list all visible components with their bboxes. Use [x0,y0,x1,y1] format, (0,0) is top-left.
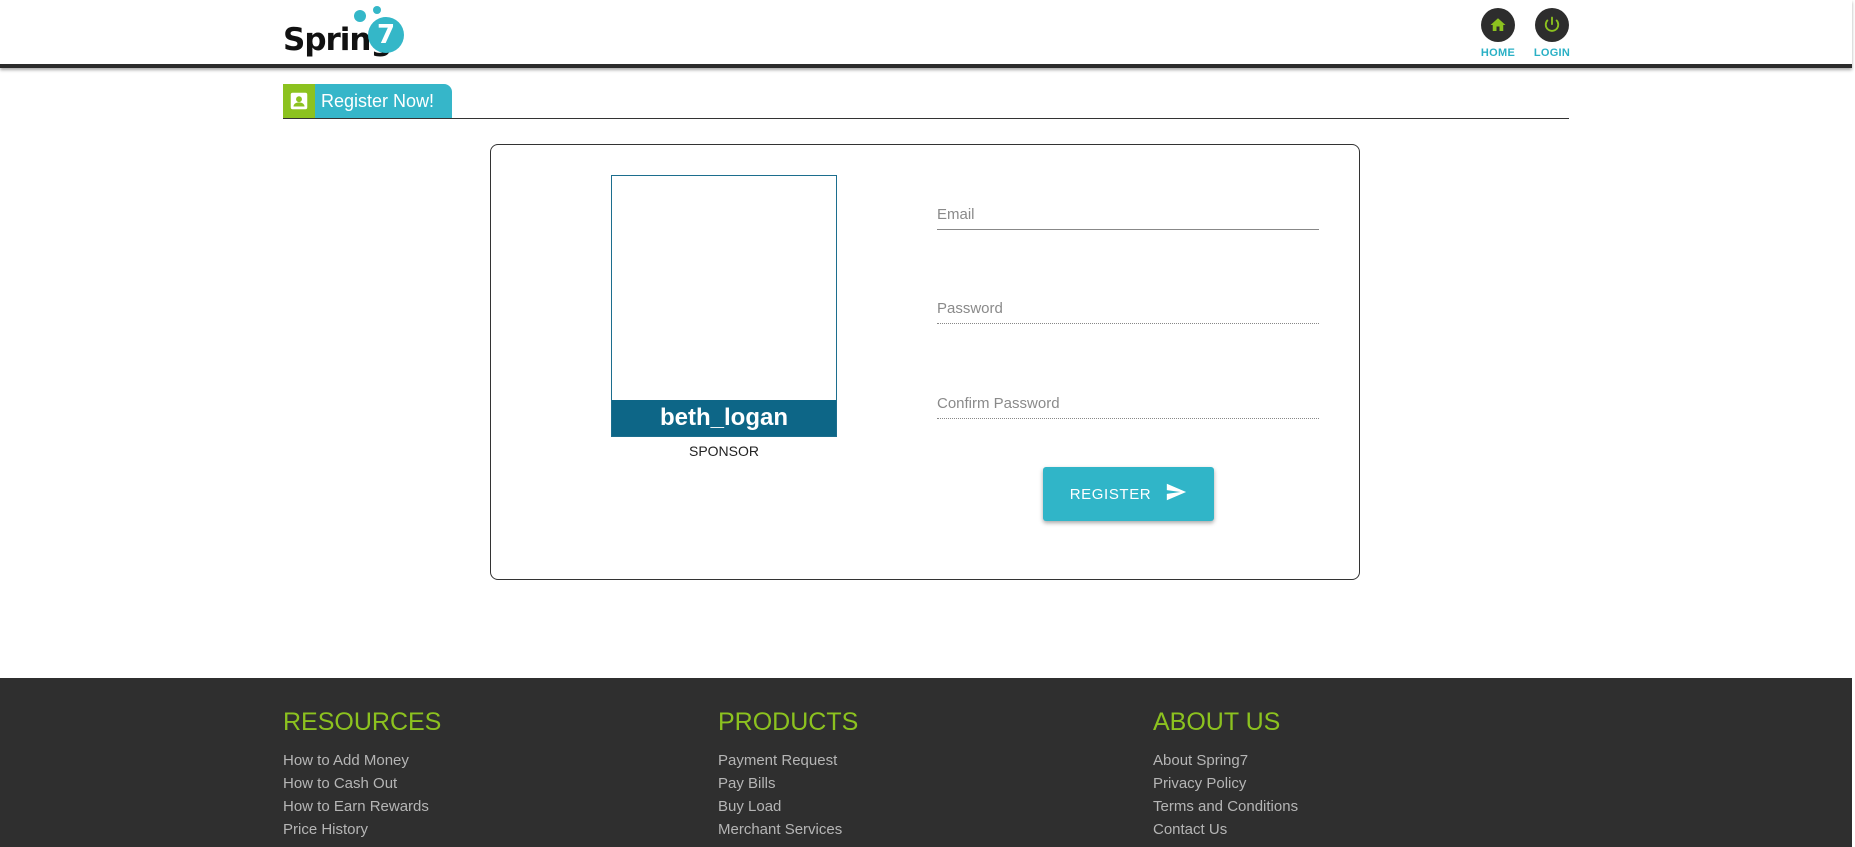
footer-link[interactable]: Pay Bills [718,772,858,795]
footer-heading: PRODUCTS [718,708,859,736]
logo-dot [354,10,366,22]
password-field-wrapper [937,293,1319,324]
email-field[interactable] [937,199,1319,229]
logo-dot [373,6,381,14]
footer-link[interactable]: Buy Load [718,795,858,818]
sponsor-username: beth_logan [612,400,836,436]
footer-link[interactable]: Merchant Services [718,818,858,841]
footer-link[interactable]: How to Cash Out [283,772,441,795]
footer-column-about: ABOUT US About Spring7 Privacy Policy Te… [1153,708,1298,841]
footer-heading: ABOUT US [1153,708,1281,736]
confirm-password-field[interactable] [937,388,1319,418]
password-field[interactable] [937,293,1319,323]
account-box-icon [283,84,315,118]
tab-label: Register Now! [321,90,435,111]
nav-login-button[interactable]: LOGIN [1524,8,1580,60]
footer-column-resources: RESOURCES How to Add Money How to Cash O… [283,708,441,841]
footer-link[interactable]: Terms and Conditions [1153,795,1298,818]
footer-link[interactable]: Price History [283,818,441,841]
footer-column-products: PRODUCTS Payment Request Pay Bills Buy L… [718,708,858,841]
nav-home-label: HOME [1480,47,1516,59]
sponsor-caption: SPONSOR [688,443,759,459]
send-icon [1165,481,1187,507]
register-card: beth_logan SPONSOR REGISTER [490,144,1360,580]
top-navbar: Spring 7 HOME LOGIN [0,0,1852,68]
sponsor-photo: beth_logan [611,175,837,437]
tab-register-now[interactable]: Register Now! [283,84,452,118]
confirm-password-field-wrapper [937,388,1319,419]
register-button-label: REGISTER [1069,485,1152,503]
spring7-logo[interactable]: Spring 7 [283,6,413,58]
footer-link[interactable]: Contact Us [1153,818,1298,841]
footer-link[interactable]: About Spring7 [1153,749,1298,772]
logo-number: 7 [368,17,404,53]
nav-home-button[interactable]: HOME [1470,8,1526,60]
power-icon [1535,8,1569,42]
register-button[interactable]: REGISTER [1043,467,1214,521]
footer-link[interactable]: How to Earn Rewards [283,795,441,818]
footer-link[interactable]: Payment Request [718,749,858,772]
nav-login-label: LOGIN [1533,47,1571,59]
footer-heading: RESOURCES [283,708,442,736]
footer: RESOURCES How to Add Money How to Cash O… [0,678,1852,847]
section-header: Register Now! [283,84,1569,119]
email-field-wrapper [937,199,1319,230]
footer-link[interactable]: Privacy Policy [1153,772,1298,795]
footer-link[interactable]: How to Add Money [283,749,441,772]
home-icon [1481,8,1515,42]
